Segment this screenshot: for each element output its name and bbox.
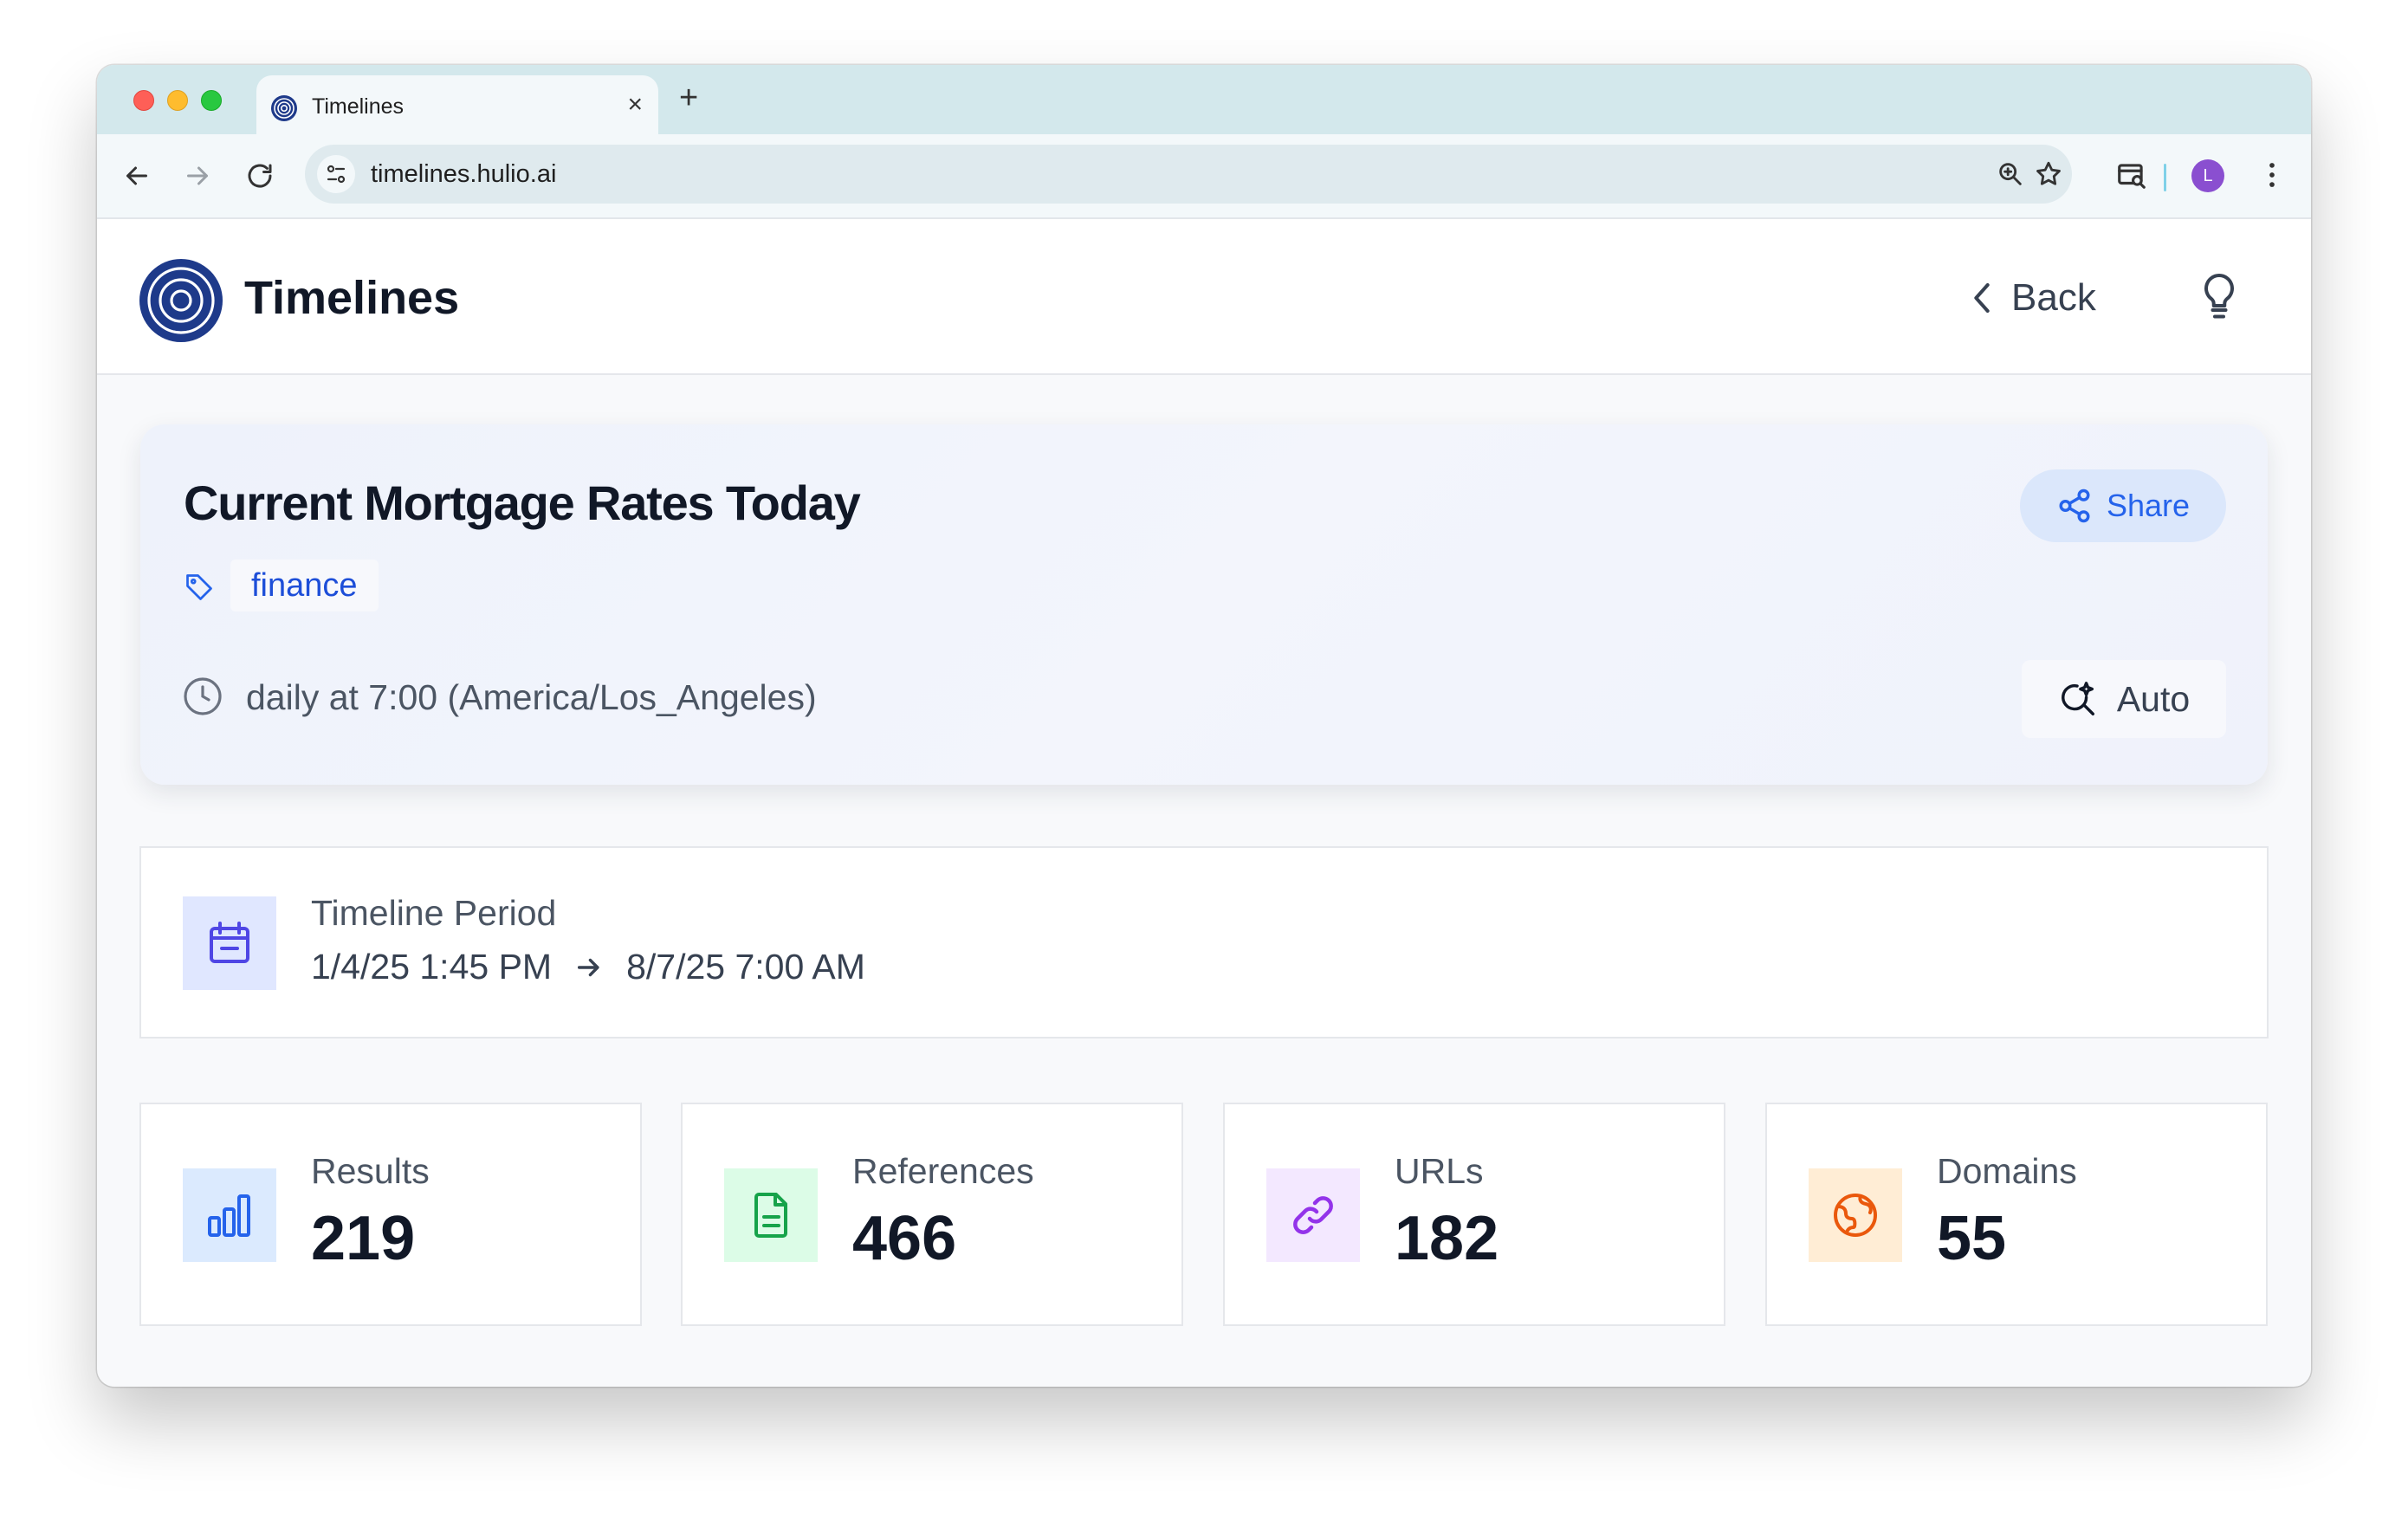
stat-value: 219	[311, 1204, 416, 1273]
stat-card-results[interactable]: Results 219	[139, 1103, 642, 1326]
back-arrow-icon[interactable]	[121, 160, 152, 191]
stat-value: 55	[1937, 1204, 2007, 1273]
url-text: timelines.hulio.ai	[371, 160, 557, 188]
tag-icon	[184, 572, 215, 603]
zoom-icon[interactable]	[1996, 159, 2025, 189]
forward-arrow-icon[interactable]	[182, 160, 213, 191]
profile-avatar[interactable]: L	[2191, 159, 2224, 192]
document-icon	[724, 1168, 818, 1262]
bookmark-star-icon[interactable]	[2034, 159, 2063, 189]
stat-card-domains[interactable]: Domains 55	[1765, 1103, 2268, 1326]
browser-toolbar: timelines.hulio.ai L	[97, 134, 2311, 219]
timeline-summary-card: Current Mortgage Rates Today Share finan…	[140, 424, 2268, 785]
category-tag[interactable]: finance	[230, 560, 379, 611]
period-start: 1/4/25 1:45 PM	[311, 947, 553, 987]
timeline-title: Current Mortgage Rates Today	[184, 476, 861, 530]
window-controls	[133, 90, 222, 111]
schedule-text: daily at 7:00 (America/Los_Angeles)	[246, 677, 817, 717]
stat-value: 466	[852, 1204, 957, 1273]
stat-label: References	[852, 1151, 1034, 1191]
auto-mode-label: Auto	[2116, 678, 2191, 719]
browser-tab[interactable]: Timelines ×	[256, 75, 658, 136]
arrow-right-icon	[574, 953, 604, 982]
stat-value: 182	[1395, 1204, 1499, 1273]
sparkle-search-icon	[2058, 679, 2098, 719]
tab-strip: Timelines × +	[97, 65, 2311, 136]
close-window-button[interactable]	[133, 90, 154, 111]
lightbulb-icon[interactable]	[2193, 271, 2245, 323]
tab-search-icon[interactable]	[2115, 159, 2148, 191]
bar-chart-icon	[183, 1168, 276, 1262]
globe-icon	[1809, 1168, 1902, 1262]
calendar-icon	[183, 896, 276, 990]
stat-label: Results	[311, 1151, 430, 1191]
back-label: Back	[2011, 276, 2096, 319]
stat-card-urls[interactable]: URLs 182	[1223, 1103, 1725, 1326]
minimize-window-button[interactable]	[167, 90, 188, 111]
stat-label: Domains	[1937, 1151, 2077, 1191]
clock-icon	[182, 676, 223, 717]
browser-window: Timelines × + timelines.hulio.ai L Timel…	[97, 65, 2311, 1387]
maximize-window-button[interactable]	[201, 90, 222, 111]
target-favicon-icon	[270, 94, 298, 122]
share-button[interactable]: Share	[2020, 469, 2226, 542]
link-icon	[1266, 1168, 1360, 1262]
tab-close-icon[interactable]: ×	[627, 91, 643, 119]
chevron-left-icon	[1968, 281, 1996, 315]
reload-icon[interactable]	[244, 160, 275, 191]
new-tab-button[interactable]: +	[679, 81, 698, 115]
site-settings-icon[interactable]	[317, 155, 355, 193]
period-end: 8/7/25 7:00 AM	[626, 947, 865, 987]
timeline-period-card: Timeline Period 1/4/25 1:45 PM 8/7/25 7:…	[139, 846, 2269, 1038]
browser-menu-icon[interactable]	[2256, 159, 2288, 191]
toolbar-divider	[2164, 164, 2166, 191]
tab-title: Timelines	[312, 94, 405, 119]
auto-mode-button[interactable]: Auto	[2022, 660, 2226, 738]
timelines-logo-icon[interactable]	[139, 258, 223, 343]
share-icon	[2056, 488, 2093, 524]
share-label: Share	[2106, 488, 2191, 523]
app-title: Timelines	[244, 272, 460, 324]
stat-card-references[interactable]: References 466	[681, 1103, 1183, 1326]
period-label: Timeline Period	[311, 893, 557, 933]
stat-label: URLs	[1395, 1151, 1484, 1191]
back-button[interactable]: Back	[1968, 268, 2096, 328]
app-header: Timelines Back	[97, 219, 2311, 375]
period-range: 1/4/25 1:45 PM 8/7/25 7:00 AM	[311, 947, 865, 987]
address-bar[interactable]: timelines.hulio.ai	[305, 145, 2072, 204]
